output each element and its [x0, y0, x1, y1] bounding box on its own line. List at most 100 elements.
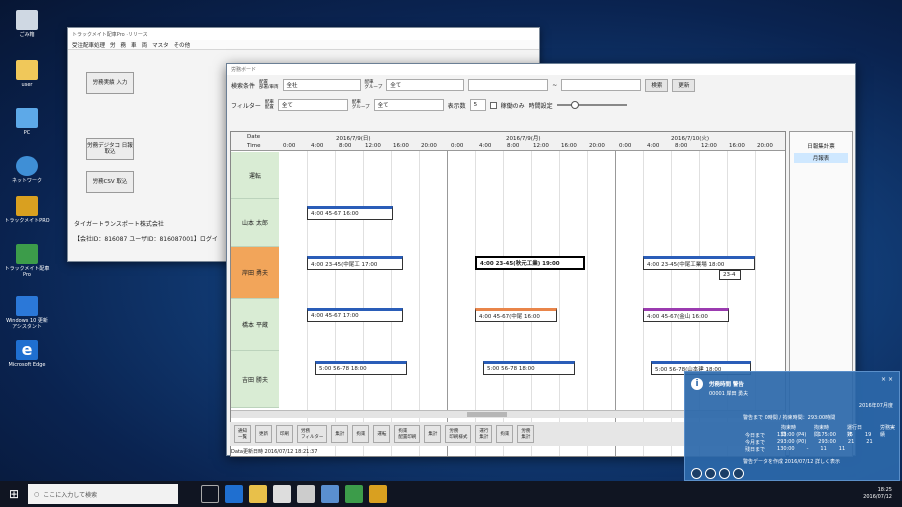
date-to-input[interactable]: [561, 79, 642, 91]
csv-import-button[interactable]: 労務CSV 取込: [86, 171, 134, 193]
toolbar-button[interactable]: 拘束: [496, 425, 514, 443]
menu-item[interactable]: 受注配車処理: [72, 41, 105, 49]
time-label: 8:00: [339, 143, 352, 149]
search-button[interactable]: 検索: [645, 78, 669, 92]
shift-bar[interactable]: 5:00 56-78 18:00: [483, 361, 575, 375]
shift-bar[interactable]: 4:00 23-45(中尾工業場 18:00: [643, 256, 755, 270]
search-icon: ○: [34, 490, 40, 498]
filter-row: フィルター 配車 配置 全て 配車 グループ 全て 表示数 5 稼働のみ 時間設…: [227, 95, 855, 115]
toolbar-button[interactable]: 集計: [424, 425, 442, 443]
labor-record-button[interactable]: 労務実績 入力: [86, 72, 134, 94]
driver-row-label[interactable]: 山本 太郎: [231, 199, 279, 247]
search-label: 検索条件: [231, 82, 256, 90]
time-label: 20:00: [757, 143, 773, 149]
header-time-label: Time: [247, 143, 261, 149]
notification-toast[interactable]: i 労務時間 警告 00001 岸田 勇夫 × × 2016年07月度 警告まで…: [684, 371, 900, 481]
action-button-icon[interactable]: [733, 468, 744, 479]
toast-row: 今月まで 293:00 (P0) 293:00 21 21: [745, 439, 873, 446]
mail-taskbar-icon[interactable]: [297, 485, 315, 503]
time-label: 16:00: [729, 143, 745, 149]
driver-row-label[interactable]: 吉田 勝夫: [231, 351, 279, 408]
toolbar-button[interactable]: 拘束 配置印刷: [394, 425, 421, 443]
monthly-report-button[interactable]: 月報表: [794, 153, 848, 163]
refresh-button[interactable]: 更新: [672, 78, 696, 92]
digitaco-import-button[interactable]: 労務デジタコ 日報取込: [86, 138, 134, 160]
shift-bar[interactable]: 4:00 45-67(金山 16:00: [643, 308, 729, 322]
date-from-input[interactable]: [468, 79, 549, 91]
action-button-icon[interactable]: [691, 468, 702, 479]
toolbar-button[interactable]: 運行 集計: [475, 425, 493, 443]
menu-item[interactable]: その他: [174, 41, 191, 49]
time-slider[interactable]: [556, 101, 627, 109]
row-label: 残日まで: [745, 447, 766, 453]
toolbar-button[interactable]: 労務 フィルター: [297, 425, 328, 443]
user-folder-icon[interactable]: user: [4, 60, 50, 88]
scrollbar-thumb[interactable]: [467, 412, 507, 417]
driver-row-label[interactable]: 岸田 勇夫: [231, 247, 279, 299]
menu-item[interactable]: 労: [110, 41, 116, 49]
date-header: 2016/7/10(火): [671, 136, 709, 142]
edge-icon[interactable]: e Microsoft Edge: [4, 340, 50, 368]
driver-row-label[interactable]: 運転: [231, 152, 279, 199]
network-icon[interactable]: ネットワーク: [4, 156, 50, 184]
header-date-label: Date: [247, 134, 261, 140]
edge-taskbar-icon[interactable]: [225, 485, 243, 503]
toast-user: 00001 岸田 勇夫: [709, 391, 749, 397]
shift-bar[interactable]: 4:00 23-45(秋元工業) 19:00: [475, 256, 585, 270]
dispatch-app-icon[interactable]: トラックメイト配車 Pro: [4, 244, 50, 278]
toolbar-button[interactable]: 通知 一覧: [234, 425, 251, 443]
time-label: 4:00: [647, 143, 660, 149]
system-tray: 18:25 2016/07/12: [863, 487, 902, 501]
shift-bar[interactable]: 4:00 45-67 16:00: [307, 206, 393, 220]
toolbar-button[interactable]: 運転: [373, 425, 391, 443]
menu-item[interactable]: 務: [121, 41, 127, 49]
clock-date: 2016/07/12: [863, 494, 892, 500]
shift-bar[interactable]: 4:00 45-67(中尾 16:00: [475, 308, 557, 322]
dept-select[interactable]: 全社: [282, 79, 361, 91]
display-count-stepper[interactable]: 5: [469, 99, 486, 111]
shift-bar[interactable]: 23-4: [719, 270, 741, 280]
app-taskbar-icon[interactable]: [345, 485, 363, 503]
store-taskbar-icon[interactable]: [273, 485, 291, 503]
shift-bar[interactable]: 4:00 23-45(中尾工 17:00: [307, 256, 403, 270]
toolbar-button[interactable]: 集計: [331, 425, 349, 443]
row-cell: 130:00: [777, 446, 795, 452]
action-button-icon[interactable]: [719, 468, 730, 479]
filter-dept-select[interactable]: 全て: [277, 99, 348, 111]
active-only-label: 稼働のみ: [500, 102, 525, 110]
slider-handle-icon[interactable]: [570, 101, 579, 109]
toolbar-button[interactable]: 更新: [255, 425, 272, 443]
clock-time: 18:25: [877, 487, 892, 493]
status-text: Data更新日時 2016/07/12 18:21:37: [231, 449, 318, 455]
time-setting-label: 時間設定: [528, 102, 553, 110]
shift-bar[interactable]: 4:00 45-67 17:00: [307, 308, 403, 322]
toolbar-button[interactable]: 拘束: [352, 425, 370, 443]
taskbar-search-input[interactable]: ○ ここに入力して検索: [28, 484, 178, 504]
shift-bar[interactable]: 5:00 56-78 18:00: [315, 361, 407, 375]
windows-update-icon[interactable]: Windows 10 更新 アシスタント: [4, 296, 50, 330]
toolbar-button[interactable]: 労務 印刷様式: [445, 425, 472, 443]
filter-group-select[interactable]: 全て: [373, 99, 444, 111]
windows-start-icon[interactable]: ⊞: [0, 481, 28, 507]
row-label: 今日まで: [745, 433, 766, 439]
checkbox-icon[interactable]: [489, 101, 497, 109]
toolbar-button[interactable]: 印刷: [276, 425, 293, 443]
close-icon[interactable]: × ×: [881, 376, 893, 383]
app-taskbar-icon[interactable]: [321, 485, 339, 503]
menu-item[interactable]: マスタ: [152, 41, 169, 49]
app-taskbar-icon[interactable]: [369, 485, 387, 503]
toast-month: 2016年07月度: [858, 403, 893, 409]
task-view-icon[interactable]: [201, 485, 219, 503]
toolbar-button[interactable]: 労務 集計: [517, 425, 535, 443]
menu-item[interactable]: 両: [142, 41, 148, 49]
explorer-taskbar-icon[interactable]: [249, 485, 267, 503]
menu-item[interactable]: 車: [131, 41, 137, 49]
group-select[interactable]: 全て: [386, 79, 465, 91]
time-label: 16:00: [393, 143, 409, 149]
date-header: 2016/7/9(月): [506, 136, 541, 142]
driver-row-label[interactable]: 橋本 平蔵: [231, 299, 279, 351]
recycle-bin-icon[interactable]: ごみ箱: [4, 10, 50, 38]
action-button-icon[interactable]: [705, 468, 716, 479]
pc-icon[interactable]: PC: [4, 108, 50, 136]
truckmate-icon[interactable]: トラックメイトPRO: [4, 196, 50, 224]
